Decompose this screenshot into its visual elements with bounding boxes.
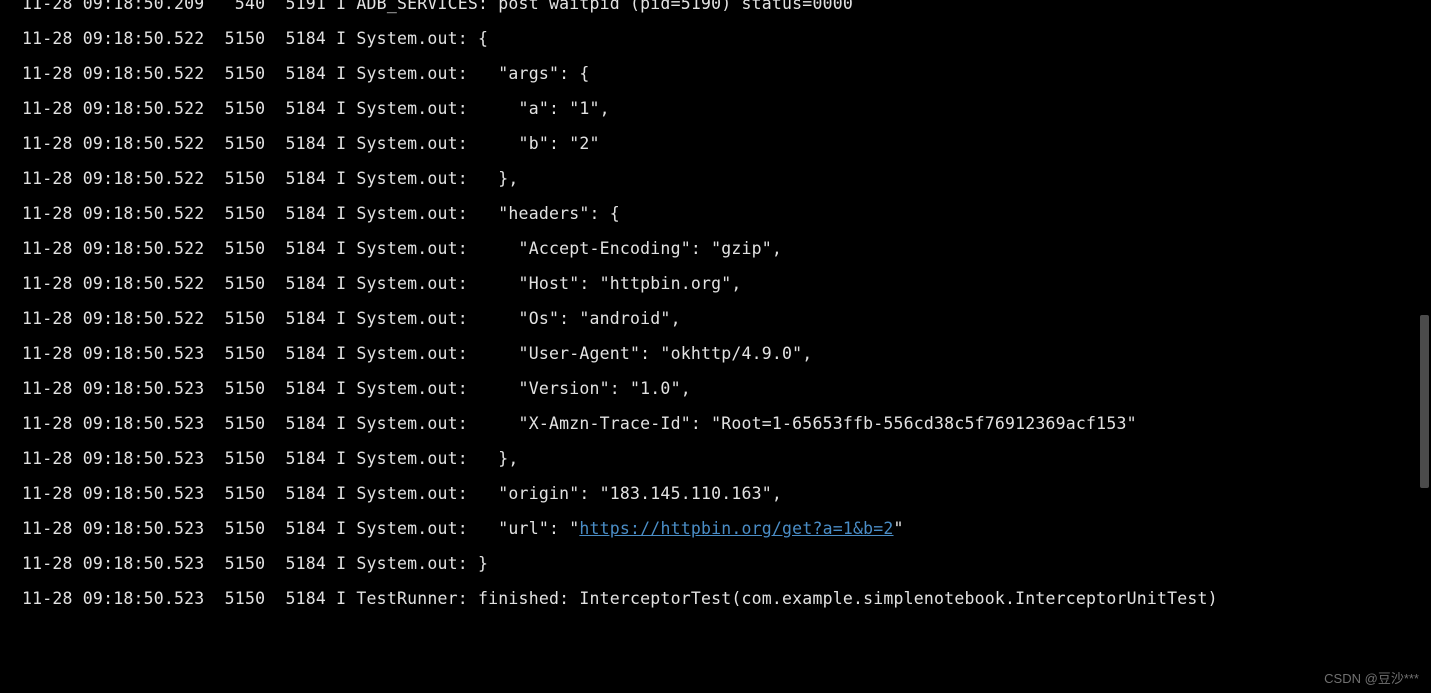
log-line: 11-28 09:18:50.522 5150 5184 I System.ou… bbox=[22, 196, 1418, 231]
log-line: 11-28 09:18:50.522 5150 5184 I System.ou… bbox=[22, 21, 1418, 56]
log-line: 11-28 09:18:50.522 5150 5184 I System.ou… bbox=[22, 301, 1418, 336]
log-line: 11-28 09:18:50.209 540 5191 I ADB_SERVIC… bbox=[22, 0, 1418, 21]
log-line: 11-28 09:18:50.523 5150 5184 I System.ou… bbox=[22, 546, 1418, 581]
log-line: 11-28 09:18:50.522 5150 5184 I System.ou… bbox=[22, 91, 1418, 126]
log-line: 11-28 09:18:50.523 5150 5184 I System.ou… bbox=[22, 371, 1418, 406]
log-line: 11-28 09:18:50.523 5150 5184 I TestRunne… bbox=[22, 581, 1418, 616]
log-line: 11-28 09:18:50.522 5150 5184 I System.ou… bbox=[22, 161, 1418, 196]
log-line: 11-28 09:18:50.523 5150 5184 I System.ou… bbox=[22, 441, 1418, 476]
scrollbar-track bbox=[1418, 0, 1431, 693]
url-link[interactable]: https://httpbin.org/get?a=1&b=2 bbox=[579, 519, 893, 538]
watermark: CSDN @豆沙*** bbox=[1324, 668, 1419, 687]
log-line: 11-28 09:18:50.522 5150 5184 I System.ou… bbox=[22, 231, 1418, 266]
scrollbar-thumb[interactable] bbox=[1420, 315, 1429, 488]
log-line: 11-28 09:18:50.523 5150 5184 I System.ou… bbox=[22, 336, 1418, 371]
log-terminal[interactable]: 11-28 09:18:50.209 540 5191 I ADB_SERVIC… bbox=[0, 0, 1418, 679]
log-line: 11-28 09:18:50.522 5150 5184 I System.ou… bbox=[22, 266, 1418, 301]
log-line: 11-28 09:18:50.522 5150 5184 I System.ou… bbox=[22, 126, 1418, 161]
log-line: 11-28 09:18:50.523 5150 5184 I System.ou… bbox=[22, 406, 1418, 441]
log-line: 11-28 09:18:50.523 5150 5184 I System.ou… bbox=[22, 511, 1418, 546]
log-line: 11-28 09:18:50.522 5150 5184 I System.ou… bbox=[22, 56, 1418, 91]
log-line: 11-28 09:18:50.523 5150 5184 I System.ou… bbox=[22, 476, 1418, 511]
